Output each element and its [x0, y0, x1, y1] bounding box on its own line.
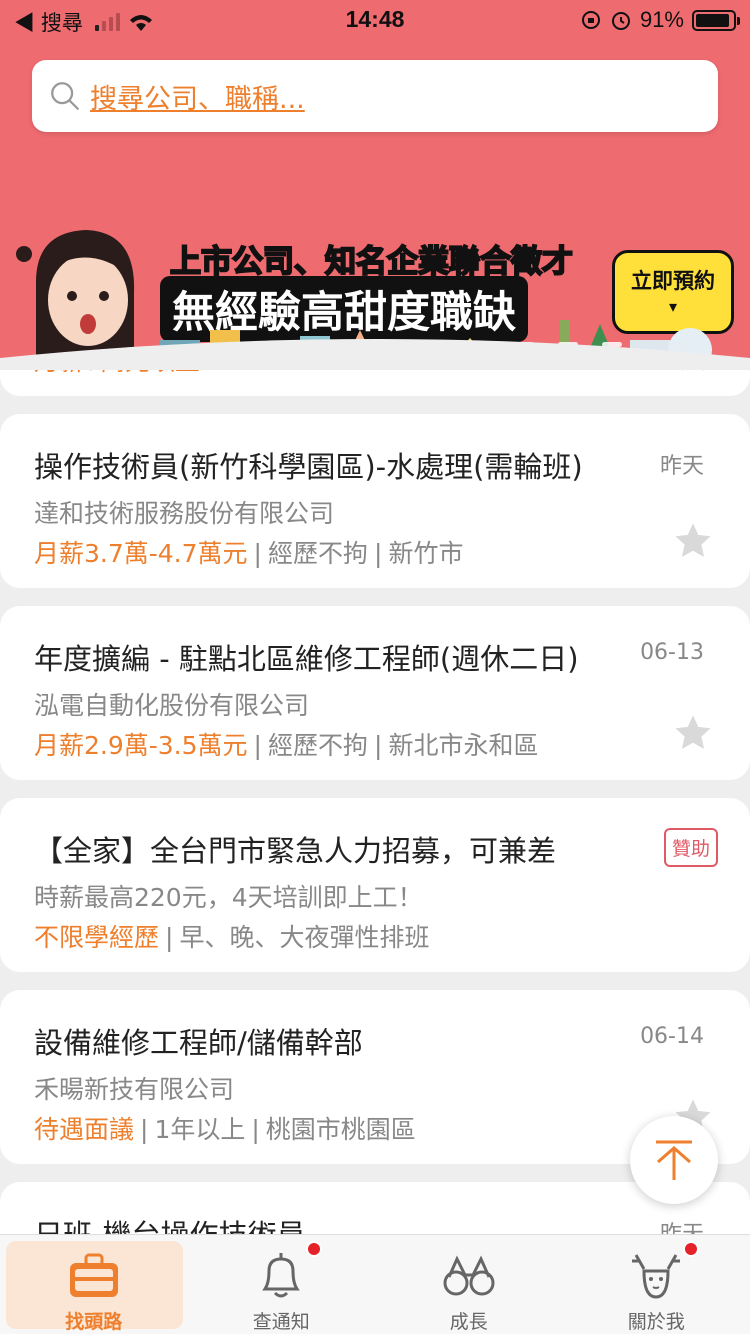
tab-growth[interactable]: 成長 — [375, 1235, 563, 1334]
tab-find-job[interactable]: 找頭路 — [0, 1235, 188, 1334]
promo-reserve-label: 立即預約 — [631, 269, 715, 293]
job-title[interactable]: 操作技術員(新竹科學園區)-水處理(需輪班) — [34, 444, 634, 486]
arrow-up-icon — [656, 1140, 692, 1180]
rotation-lock-icon — [581, 11, 600, 29]
tab-notifications[interactable]: 查通知 — [188, 1235, 376, 1334]
job-title[interactable]: 設備維修工程師/儲備幹部 — [34, 1020, 634, 1062]
tab-label: 關於我 — [627, 1311, 685, 1333]
job-salary: 月薪2.9萬-3.5萬元 — [34, 731, 248, 760]
bottom-tab-bar: 找頭路 查通知 成長 關於我 — [0, 1234, 750, 1334]
battery-icon — [692, 9, 740, 31]
search-icon — [51, 82, 79, 110]
job-meta: 待遇面議 | 1年以上 | 桃園市桃園區 — [34, 1115, 416, 1144]
sponsored-job-card[interactable]: 【全家】全台門市緊急人力招募，可兼差 贊助 時薪最高220元，4天培訓即上工！ … — [0, 798, 750, 972]
tab-about-me[interactable]: 關於我 — [563, 1235, 750, 1334]
promo-headline-rest: 聯合徵才 — [448, 243, 574, 281]
job-card[interactable]: 操作技術員(新竹科學園區)-水處理(需輪班) 昨天 達和技術服務股份有限公司 月… — [0, 414, 750, 588]
job-salary: 待遇面議 — [34, 1115, 135, 1144]
job-company: 達和技術服務股份有限公司 — [34, 499, 335, 528]
bell-icon — [262, 1253, 301, 1298]
header-banner-area: 搜尋公司、職稱... 上市公司、知名企業聯合徵才 無經驗高甜度職缺 立即預約 ▾ — [0, 40, 750, 370]
star-icon[interactable] — [672, 520, 714, 562]
binoculars-icon — [443, 1255, 495, 1296]
tab-label: 成長 — [449, 1311, 488, 1333]
briefcase-icon — [69, 1253, 118, 1297]
job-subtitle: 時薪最高220元，4天培訓即上工！ — [34, 883, 423, 912]
job-meta: 不限學經歷 | 早、晚、大夜彈性排班 — [34, 923, 430, 952]
job-meta: 月薪3.7萬-4.7萬元 | 經歷不拘 | 新竹市 — [34, 539, 464, 568]
job-requirement: 不限學經歷 — [34, 923, 160, 952]
job-title[interactable]: 年度擴編 - 駐點北區維修工程師(週休二日) — [34, 636, 634, 678]
promo-headline-highlight: 上市公司、知名企業 — [169, 243, 450, 281]
promo-headline: 上市公司、知名企業聯合徵才 — [169, 236, 574, 281]
tab-label: 找頭路 — [65, 1311, 123, 1333]
job-salary: 月薪3.7萬-4.7萬元 — [34, 539, 248, 568]
job-location: 新北市永和區 — [388, 731, 539, 760]
job-location: 新竹市 — [388, 539, 464, 568]
battery-percent: 91% — [639, 7, 684, 32]
header-wave — [0, 339, 750, 370]
job-date: 06-13 — [640, 640, 704, 665]
tab-label: 查通知 — [252, 1311, 310, 1333]
job-experience: 經歷不拘 — [267, 731, 368, 760]
notification-badge — [682, 1241, 699, 1257]
job-card[interactable]: 年度擴編 - 駐點北區維修工程師(週休二日) 06-13 泓電自動化股份有限公司… — [0, 606, 750, 780]
job-shift: 早、晚、大夜彈性排班 — [179, 923, 430, 952]
job-date: 06-14 — [640, 1024, 704, 1049]
notification-badge — [305, 1241, 322, 1257]
alarm-icon — [611, 12, 630, 30]
job-location: 桃園市桃園區 — [265, 1115, 416, 1144]
job-title[interactable]: 【全家】全台門市緊急人力招募，可兼差 — [34, 828, 614, 870]
status-bar: ◀ 搜尋 14:48 91% — [0, 0, 750, 40]
job-company: 泓電自動化股份有限公司 — [34, 691, 310, 720]
job-date: 昨天 — [659, 454, 704, 479]
job-company: 禾暘新技有限公司 — [34, 1075, 235, 1104]
deer-icon — [632, 1254, 681, 1299]
job-meta: 月薪2.9萬-3.5萬元 | 經歷不拘 | 新北市永和區 — [34, 731, 539, 760]
scroll-to-top-button[interactable] — [630, 1116, 718, 1204]
star-icon[interactable] — [672, 712, 714, 754]
search-placeholder[interactable]: 搜尋公司、職稱... — [90, 77, 305, 116]
job-experience: 經歷不拘 — [267, 539, 368, 568]
sponsored-badge: 贊助 — [663, 828, 718, 867]
search-bar[interactable]: 搜尋公司、職稱... — [32, 60, 718, 132]
job-experience: 1年以上 — [154, 1115, 246, 1144]
